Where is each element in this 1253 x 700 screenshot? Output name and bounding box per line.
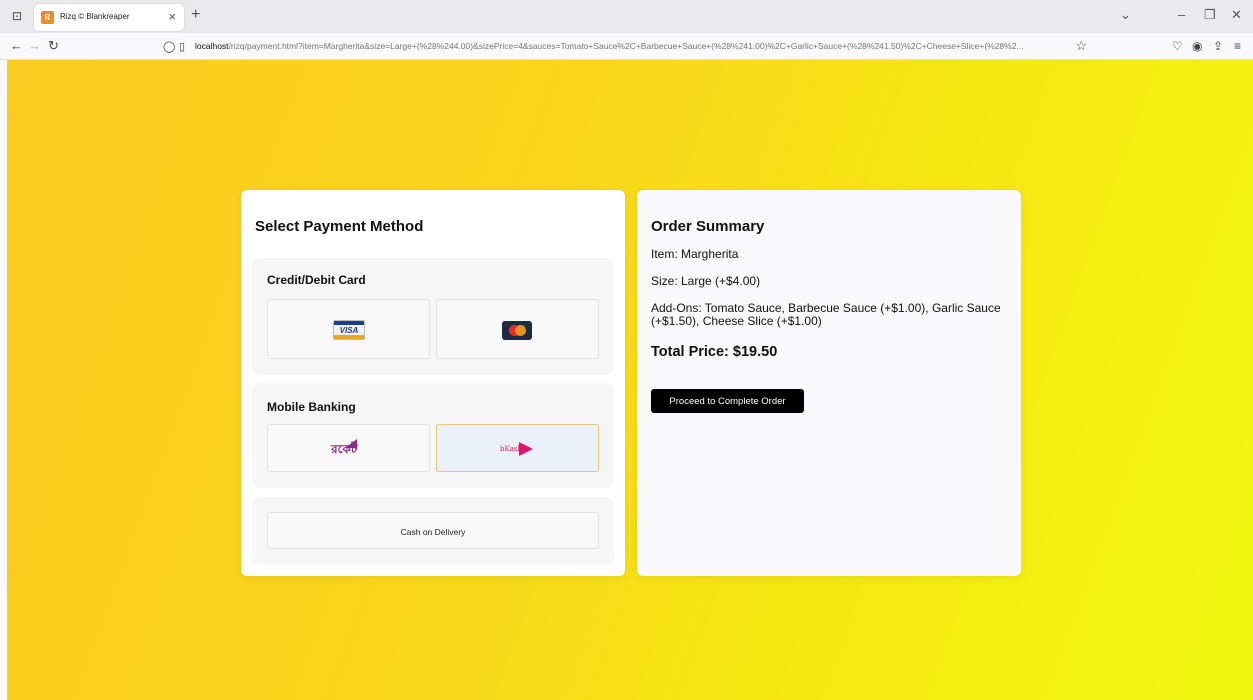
cod-label: Cash on Delivery [400,527,466,537]
summary-total: Total Price: $19.50 [651,344,778,360]
browser-tab[interactable]: R Rizq © Blankreaper × [34,4,184,31]
card-payment-section: Credit/Debit Card VISA [252,258,614,375]
shield-icon[interactable]: ◯ [163,40,175,53]
tab-title: Rizq © Blankreaper [60,12,130,21]
tab-list-icon[interactable]: ⊡ [10,9,24,23]
restore-icon[interactable]: ❐ [1204,7,1216,23]
favicon-icon: R [41,11,54,24]
bookmark-star-icon[interactable]: ☆ [1075,38,1087,54]
close-tab-icon[interactable]: × [168,9,176,24]
rocket-option[interactable]: রকেট [267,424,430,472]
extensions-icon[interactable]: ⇪ [1213,39,1223,53]
order-summary-card: Order Summary Item: Margherita Size: Lar… [637,190,1021,576]
mastercard-logo-icon [502,321,532,340]
page-background: Select Payment Method Credit/Debit Card … [7,60,1253,700]
cash-on-delivery-option[interactable]: Cash on Delivery [267,512,599,549]
account-icon[interactable]: ◉ [1192,39,1202,53]
minimize-icon[interactable]: – [1178,7,1185,22]
cod-section: Cash on Delivery [252,497,614,565]
summary-title: Order Summary [651,218,765,235]
payment-title: Select Payment Method [255,218,424,235]
forward-icon[interactable]: → [28,38,41,53]
menu-icon[interactable]: ≡ [1234,39,1241,53]
page-icon: ▯ [179,41,186,53]
tab-overflow-chevron-icon[interactable]: ⌄ [1120,7,1131,23]
rocket-logo-icon: রকেট [331,439,371,461]
browser-tab-bar: ⊡ R Rizq © Blankreaper × + ⌄ – ❐ ✕ [0,0,1253,33]
mobile-banking-section: Mobile Banking রকেট bKash [252,383,614,488]
bkash-option[interactable]: bKash [436,424,599,472]
new-tab-icon[interactable]: + [191,6,200,24]
card-section-title: Credit/Debit Card [267,273,366,287]
url-bar[interactable]: ◯ ▯ localhost/rizq/payment.html?item=Mar… [157,36,1087,57]
url-host: localhost [195,41,229,51]
bkash-logo-icon: bKash [500,442,540,458]
summary-item: Item: Margherita [651,247,739,261]
visa-option[interactable]: VISA [267,299,430,359]
pocket-icon[interactable]: ♡ [1172,39,1183,53]
mobile-section-title: Mobile Banking [267,400,356,414]
back-icon[interactable]: ← [10,38,23,53]
url-text[interactable]: localhost/rizq/payment.html?item=Margher… [195,41,1065,51]
visa-logo-icon: VISA [333,320,365,340]
proceed-button[interactable]: Proceed to Complete Order [651,389,804,413]
summary-size: Size: Large (+$4.00) [651,274,761,288]
summary-addons: Add-Ons: Tomato Sauce, Barbecue Sauce (+… [651,301,1001,328]
browser-nav-bar: ← → ↻ ◯ ▯ localhost/rizq/payment.html?it… [0,33,1253,60]
reload-icon[interactable]: ↻ [48,38,59,54]
mastercard-option[interactable] [436,299,599,359]
url-path: /rizq/payment.html?item=Margherita&size=… [228,41,1024,51]
payment-method-card: Select Payment Method Credit/Debit Card … [241,190,625,576]
close-window-icon[interactable]: ✕ [1231,7,1242,23]
